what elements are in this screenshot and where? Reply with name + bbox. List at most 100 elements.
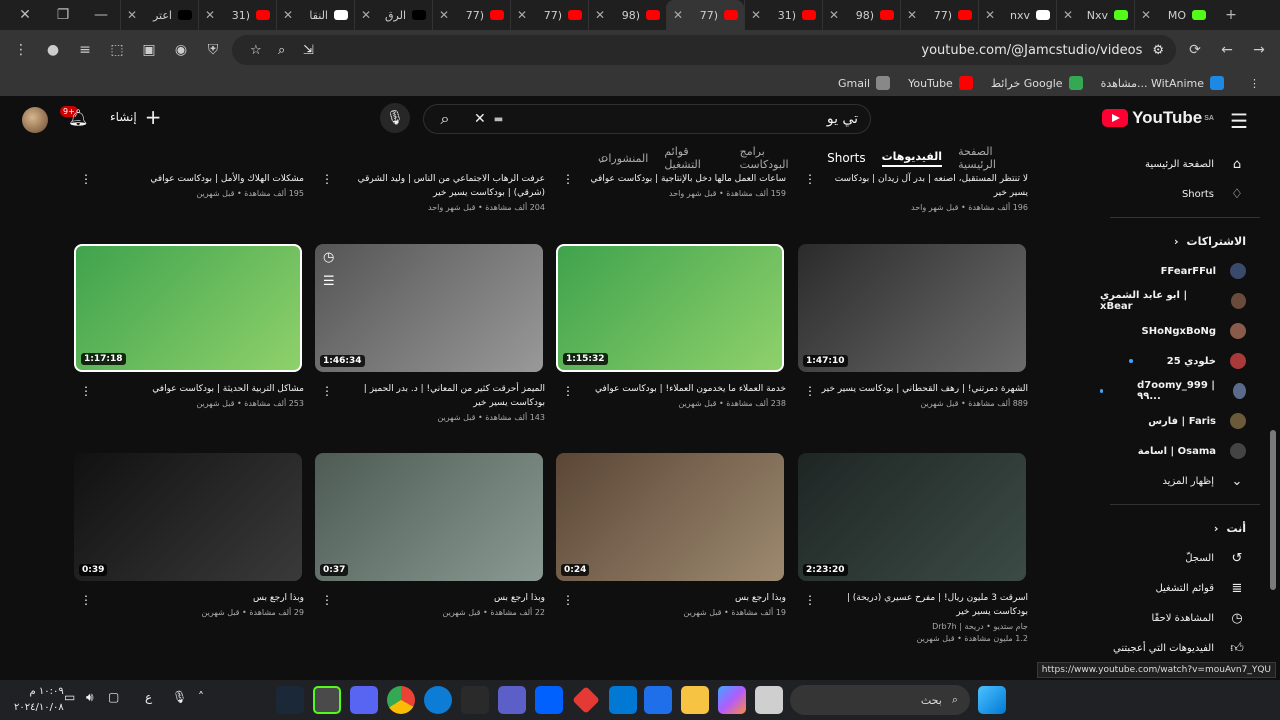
reload-icon[interactable]: ⟳ xyxy=(1182,37,1208,63)
video-card[interactable]: 1:17:18 مشاكل التربية الحديثة | بودكاست ع… xyxy=(74,244,304,408)
video-card[interactable]: لا تنتظر المستقبل، اصنعه | بدر آل زيدان … xyxy=(798,172,1028,212)
video-thumbnail[interactable]: ◷ ☰ 1:46:34 xyxy=(315,244,543,372)
search-icon[interactable]: ⌕ xyxy=(427,107,463,131)
scrollbar[interactable] xyxy=(1270,100,1278,680)
you-heading[interactable]: › أنت xyxy=(1100,513,1280,543)
video-card[interactable]: عرفت الرهاب الاجتماعي من الناس | وليد ال… xyxy=(315,172,545,212)
browser-tab[interactable]: ✕ (77 xyxy=(432,0,510,30)
install-app-icon[interactable]: ⇲ xyxy=(303,43,314,58)
browser-tab[interactable]: ✕ النقا xyxy=(276,0,354,30)
more-actions-icon[interactable]: ⋮ xyxy=(562,384,574,398)
sidebar-you-item[interactable]: المشاهدة لاحقًا ◷ xyxy=(1100,603,1280,633)
video-title[interactable]: اسرقت 3 مليون ريال! | مفرح عسيري (دريحة)… xyxy=(798,591,1028,619)
more-actions-icon[interactable]: ⋮ xyxy=(80,384,92,398)
video-title[interactable]: لا تنتظر المستقبل، اصنعه | بدر آل زيدان … xyxy=(798,172,1028,200)
video-card[interactable]: 0:24 وبذا ارجع بس 19 ألف مشاهدة • قبل شهري… xyxy=(556,453,786,617)
restore-window-icon[interactable]: ❐ xyxy=(44,0,82,30)
discord-icon[interactable] xyxy=(350,686,378,714)
subscription-item[interactable]: SHoNgxBoNg xyxy=(1100,316,1280,346)
url-text[interactable]: youtube.com/@Jamcstudio/videos xyxy=(921,43,1142,58)
extension-icon[interactable]: ▣ xyxy=(136,37,162,63)
profile-avatar-icon[interactable]: ● xyxy=(40,37,66,63)
browser-tab[interactable]: ✕ (31 xyxy=(744,0,822,30)
browser-tab[interactable]: ✕ الرق xyxy=(354,0,432,30)
video-thumbnail[interactable]: 1:15:32 xyxy=(556,244,784,372)
bell-icon[interactable]: 🔔︎ xyxy=(68,108,88,127)
browser-tab[interactable]: ✕ (77 xyxy=(510,0,588,30)
star-icon[interactable]: ☆ xyxy=(250,43,262,58)
voice-search-icon[interactable]: 🎙︎ xyxy=(380,103,410,133)
more-actions-icon[interactable]: ⋮ xyxy=(562,172,574,186)
scrollbar-thumb[interactable] xyxy=(1270,430,1276,590)
dropbox-icon[interactable] xyxy=(535,686,563,714)
video-title[interactable]: ساعات العمل مالها دخل بالإنتاجية | بودكا… xyxy=(556,172,786,186)
media-control-icon[interactable]: ≡ xyxy=(72,37,98,63)
close-tab-icon[interactable]: ✕ xyxy=(283,8,293,22)
hamburger-menu-icon[interactable]: ☰ xyxy=(1230,109,1248,133)
bookmark-item[interactable]: خرائط Google xyxy=(991,76,1083,90)
add-to-queue-icon[interactable]: ☰ xyxy=(323,274,335,289)
more-actions-icon[interactable]: ⋮ xyxy=(804,593,816,607)
video-card[interactable]: 2:23:20 اسرقت 3 مليون ريال! | مفرح عسيري … xyxy=(798,453,1028,643)
battery-icon[interactable]: ▭ xyxy=(64,690,75,704)
volume-icon[interactable]: 🔊︎ xyxy=(86,690,94,705)
minimize-window-icon[interactable]: — xyxy=(82,0,120,30)
create-button[interactable]: إنشاء + xyxy=(110,107,161,127)
app-window-icon[interactable] xyxy=(755,686,783,714)
account-avatar[interactable] xyxy=(22,107,48,133)
video-title[interactable]: الشهرة دمرتني! | رهف القحطاني | بودكاست … xyxy=(798,382,1028,396)
video-title[interactable]: خدمة العملاء ما يخدمون العملاء! | بودكاس… xyxy=(556,382,786,396)
watch-later-icon[interactable]: ◷ xyxy=(323,250,334,265)
zoom-icon[interactable]: ⌕ xyxy=(278,43,285,58)
app-diamond-icon[interactable] xyxy=(572,686,600,714)
bookmarks-overflow-icon[interactable]: ⋮ xyxy=(1249,77,1260,90)
video-title[interactable]: عرفت الرهاب الاجتماعي من الناس | وليد ال… xyxy=(315,172,545,200)
video-thumbnail[interactable]: 1:47:10 xyxy=(798,244,1026,372)
close-tab-icon[interactable]: ✕ xyxy=(517,8,527,22)
video-title[interactable]: وبذا ارجع بس xyxy=(556,591,786,605)
bookmark-item[interactable]: مشاهدة... WitAnime xyxy=(1101,76,1224,90)
video-title[interactable]: وبذا ارجع بس xyxy=(74,591,304,605)
browser-tab[interactable]: ✕ (31 xyxy=(198,0,276,30)
channel-search-icon[interactable]: ⌕ xyxy=(600,148,609,168)
channel-tab[interactable]: Shorts xyxy=(827,151,865,165)
video-channel[interactable]: جام ستديو • دريحة | Drb7h xyxy=(798,622,1028,631)
windows-start-icon[interactable] xyxy=(978,686,1006,714)
subscription-item[interactable]: ابو عابد الشمري | xBear xyxy=(1100,286,1280,316)
more-actions-icon[interactable]: ⋮ xyxy=(321,172,333,186)
folder-icon[interactable] xyxy=(681,686,709,714)
epic-games-icon[interactable] xyxy=(461,686,489,714)
video-card[interactable]: 0:37 وبذا ارجع بس 22 ألف مشاهدة • قبل شهري… xyxy=(315,453,545,617)
subscription-item[interactable]: d7oomy_999 | ٩٩... xyxy=(1100,376,1280,406)
teams-icon[interactable] xyxy=(498,686,526,714)
new-tab-button[interactable]: + xyxy=(1212,0,1250,30)
video-title[interactable]: مشاكل التربية الحديثة | بودكاست عوافي xyxy=(74,382,304,396)
forward-icon[interactable]: → xyxy=(1246,37,1272,63)
video-title[interactable]: مشكلات الهلاك والأمل | بودكاست عوافي xyxy=(74,172,304,186)
close-tab-icon[interactable]: ✕ xyxy=(595,8,605,22)
sidebar-item-home[interactable]: الصفحة الرئيسية ⌂ xyxy=(1100,149,1280,179)
sidebar-you-item[interactable]: قوائم التشغيل ≣ xyxy=(1100,573,1280,603)
browser-tab[interactable]: ✕ (77 xyxy=(666,0,744,30)
more-actions-icon[interactable]: ⋮ xyxy=(562,593,574,607)
video-title[interactable]: وبذا ارجع بس xyxy=(315,591,545,605)
menu-dots-icon[interactable]: ⋮ xyxy=(8,37,34,63)
browser-tab[interactable]: ✕ Nxv xyxy=(1056,0,1134,30)
more-actions-icon[interactable]: ⋮ xyxy=(80,172,92,186)
back-icon[interactable]: ← xyxy=(1214,37,1240,63)
video-card[interactable]: ◷ ☰ 1:46:34 الميمز أحرقت كثير من المعاني! |… xyxy=(315,244,545,422)
terminal-app-icon[interactable] xyxy=(313,686,341,714)
video-thumbnail[interactable]: 2:23:20 xyxy=(798,453,1026,581)
subscription-item[interactable]: فارس | Faris xyxy=(1100,406,1280,436)
youtube-logo[interactable]: YouTube SA xyxy=(1102,108,1214,128)
video-thumbnail[interactable]: 0:37 xyxy=(315,453,543,581)
close-tab-icon[interactable]: ✕ xyxy=(829,8,839,22)
more-actions-icon[interactable]: ⋮ xyxy=(80,593,92,607)
video-thumbnail[interactable]: 0:24 xyxy=(556,453,784,581)
video-title[interactable]: الميمز أحرقت كثير من المعاني! | د. بدر ا… xyxy=(315,382,545,410)
video-card[interactable]: ساعات العمل مالها دخل بالإنتاجية | بودكا… xyxy=(556,172,786,198)
close-tab-icon[interactable]: ✕ xyxy=(205,8,215,22)
sidebar-you-item[interactable]: الفيديوهات التي أعجبتني 👍︎ xyxy=(1100,633,1280,663)
browser-tab[interactable]: ✕ اعتر xyxy=(120,0,198,30)
steam-icon[interactable] xyxy=(276,686,304,714)
